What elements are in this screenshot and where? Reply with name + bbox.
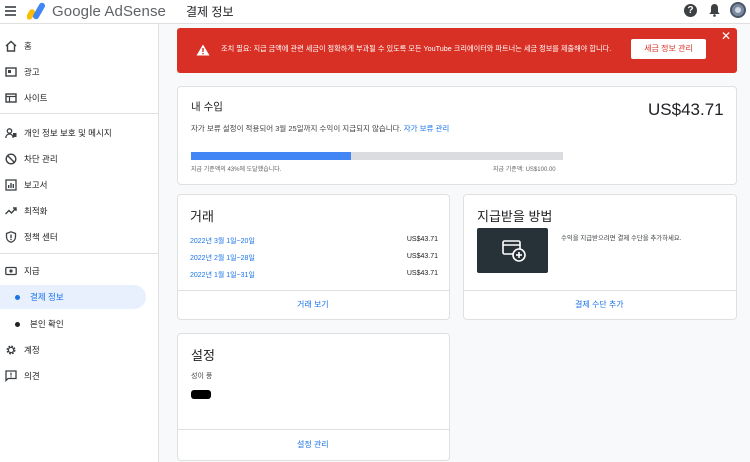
table-row: 2022년 3월 1일~20일 US$43.71 <box>190 236 438 248</box>
sidebar-item-home[interactable]: 홈 <box>0 34 159 58</box>
sites-icon <box>5 93 17 103</box>
progress-label: 지급 기준액의 43%에 도달했습니다. <box>191 167 282 173</box>
transaction-amount: US$43.71 <box>406 270 438 277</box>
table-row: 2022년 1월 1일~31일 US$43.71 <box>190 270 438 282</box>
payment-method-title: 지급받을 방법 <box>477 209 553 224</box>
top-bar: Google AdSense 결제 정보 ? <box>0 0 750 24</box>
sidebar-item-label: 정책 센터 <box>24 232 58 242</box>
sidebar-item-block-controls[interactable]: 차단 관리 <box>0 147 159 171</box>
divider <box>178 429 449 430</box>
sidebar-item-feedback[interactable]: 의견 <box>0 364 159 388</box>
ads-icon <box>5 67 17 77</box>
sidebar-item-verification[interactable]: 본인 확인 <box>0 312 159 336</box>
transaction-date-link[interactable]: 2022년 2월 1일~28일 <box>190 253 255 263</box>
adsense-logo-icon <box>27 2 45 20</box>
divider <box>0 113 158 114</box>
threshold-label: 지급 기준액: US$100.00 <box>493 167 556 173</box>
divider <box>464 290 736 291</box>
transactions-title: 거래 <box>190 209 214 224</box>
sidebar-item-label: 광고 <box>24 67 40 77</box>
sidebar: 홈 광고 사이트 개인 정보 보호 및 메시지 차단 관리 보고서 최적화 정책… <box>0 24 159 462</box>
manage-hold-link[interactable]: 자가 보류 관리 <box>404 124 450 133</box>
sidebar-item-optimization[interactable]: 최적화 <box>0 199 159 223</box>
bullet-icon <box>15 295 20 300</box>
progress-fill <box>191 152 351 160</box>
payment-method-card: 지급받을 방법 수익을 지급받으려면 결제 수단을 추가하세요. 결제 수단 추… <box>463 194 737 320</box>
tax-alert-banner: 조치 필요: 지급 금액에 관련 세금이 정확하게 부과될 수 있도록 모든 Y… <box>177 28 737 73</box>
sidebar-item-label: 개인 정보 보호 및 메시지 <box>24 128 112 138</box>
settings-name-label: 성이 풍 <box>191 373 213 380</box>
manage-tax-info-button[interactable]: 세금 정보 관리 <box>631 39 706 59</box>
add-payment-method-link[interactable]: 결제 수단 추가 <box>575 299 624 310</box>
transaction-date-link[interactable]: 2022년 1월 1일~31일 <box>190 270 255 280</box>
payment-method-illustration <box>477 228 548 273</box>
close-icon[interactable]: ✕ <box>721 29 731 43</box>
privacy-icon <box>5 128 17 139</box>
block-icon <box>5 153 17 165</box>
earnings-hold-text: 자가 보류 설정이 적용되어 3월 25일까지 수익이 지급되지 않습니다. <box>191 124 402 133</box>
sidebar-item-privacy[interactable]: 개인 정보 보호 및 메시지 <box>0 121 159 145</box>
bell-icon[interactable] <box>709 3 720 17</box>
sidebar-item-label: 보고서 <box>24 180 48 190</box>
settings-title: 설정 <box>191 348 215 363</box>
transaction-amount: US$43.71 <box>406 253 438 260</box>
sidebar-item-label: 사이트 <box>24 93 48 103</box>
alert-message: 조치 필요: 지급 금액에 관련 세금이 정확하게 부과될 수 있도록 모든 Y… <box>221 44 612 53</box>
sidebar-item-ads[interactable]: 광고 <box>0 60 159 84</box>
payments-icon <box>5 266 17 276</box>
feedback-icon <box>5 370 17 382</box>
app-name: Google AdSense <box>52 3 166 20</box>
sidebar-item-label: 홈 <box>24 41 32 51</box>
sidebar-item-label: 차단 관리 <box>24 154 58 164</box>
payment-method-description: 수익을 지급받으려면 결제 수단을 추가하세요. <box>561 235 682 242</box>
policy-icon <box>5 231 17 243</box>
earnings-amount: US$43.71 <box>648 100 724 119</box>
sidebar-item-reports[interactable]: 보고서 <box>0 173 159 197</box>
payment-threshold-progress <box>191 152 563 160</box>
divider <box>178 290 449 291</box>
warning-icon <box>196 44 210 56</box>
page-title: 결제 정보 <box>186 5 234 19</box>
sidebar-item-payments[interactable]: 지급 <box>0 259 159 283</box>
sidebar-item-label: 최적화 <box>24 206 48 216</box>
transactions-card: 거래 2022년 3월 1일~20일 US$43.71 2022년 2월 1일~… <box>177 194 450 320</box>
redacted-value <box>191 390 211 399</box>
transaction-amount: US$43.71 <box>406 236 438 243</box>
add-card-icon <box>502 240 526 262</box>
home-icon <box>5 40 17 52</box>
sidebar-item-label: 지급 <box>24 266 40 276</box>
earnings-description: 자가 보류 설정이 적용되어 3월 25일까지 수익이 지급되지 않습니다. 자… <box>191 123 449 134</box>
sidebar-item-label: 계정 <box>24 345 40 355</box>
gear-icon <box>6 345 16 355</box>
settings-card: 설정 성이 풍 설정 관리 <box>177 333 450 461</box>
sidebar-item-label: 의견 <box>24 371 40 381</box>
sidebar-item-policy-center[interactable]: 정책 센터 <box>0 225 159 249</box>
transaction-date-link[interactable]: 2022년 3월 1일~20일 <box>190 236 255 246</box>
sidebar-item-sites[interactable]: 사이트 <box>0 86 159 110</box>
reports-icon <box>5 179 17 191</box>
bullet-icon <box>15 322 20 327</box>
optimization-icon <box>5 207 17 215</box>
earnings-title: 내 수입 <box>191 101 223 113</box>
view-transactions-link[interactable]: 거래 보기 <box>297 299 329 310</box>
help-icon[interactable]: ? <box>684 4 697 17</box>
sidebar-item-label: 본인 확인 <box>30 319 64 329</box>
table-row: 2022년 2월 1일~28일 US$43.71 <box>190 253 438 265</box>
divider <box>0 253 158 254</box>
sidebar-item-payment-info[interactable]: 결제 정보 <box>0 285 146 309</box>
sidebar-item-account[interactable]: 계정 <box>0 338 159 362</box>
manage-settings-link[interactable]: 설정 관리 <box>297 439 329 450</box>
avatar[interactable] <box>730 2 746 18</box>
earnings-card: 내 수입 US$43.71 자가 보류 설정이 적용되어 3월 25일까지 수익… <box>177 86 737 185</box>
menu-icon[interactable] <box>5 6 16 16</box>
sidebar-item-label: 결제 정보 <box>30 292 64 302</box>
